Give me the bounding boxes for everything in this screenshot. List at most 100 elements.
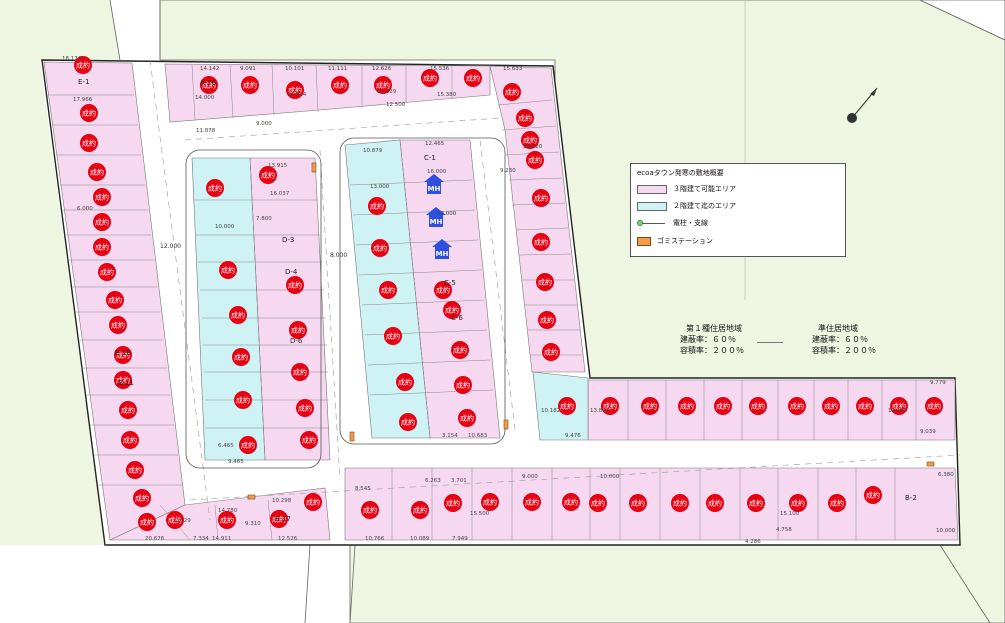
svg-text:13.915: 13.915 [268,163,288,169]
svg-text:MH: MH [436,250,449,258]
svg-text:15.100: 15.100 [780,511,800,517]
lot-label-b2: B-2 [905,494,917,502]
lot-label-e10: E-10 [115,349,131,357]
svg-text:成約: 成約 [243,81,257,90]
svg-text:成約: 成約 [460,414,474,423]
svg-text:18.174: 18.174 [62,56,82,62]
svg-text:9.310: 9.310 [245,521,261,527]
svg-text:成約: 成約 [446,499,460,508]
sold-marker: 成約 [300,431,318,449]
svg-text:14.142: 14.142 [200,66,219,72]
svg-text:12.526: 12.526 [278,536,298,542]
lot-label-c6: C-6 [451,314,463,322]
svg-text:成約: 成約 [302,436,316,445]
zone-boundary-arrow-icon [757,342,783,343]
site-plan-map: 成約成約成約成約成約成約成約成約成約成約成約成約成約成約成約成約成約成約 成約成約… [0,0,1005,623]
sold-marker: 成約 [411,501,429,519]
svg-text:成約: 成約 [298,404,312,413]
svg-text:成約: 成約 [95,218,109,227]
svg-text:成約: 成約 [643,402,657,411]
sold-marker: 成約 [384,327,402,345]
svg-text:9.230: 9.230 [500,168,516,174]
sold-marker: 成約 [234,391,252,409]
svg-text:10.089: 10.089 [410,536,430,542]
legend-title: ecoaタウン発寒の敷地概要 [637,169,724,177]
svg-text:成約: 成約 [413,506,427,515]
sold-marker: 成約 [444,494,462,512]
svg-text:成約: 成約 [90,168,104,177]
svg-text:15.380: 15.380 [437,92,457,98]
legend-item-two-story: ２階建て迄のエリア [637,199,837,213]
svg-text:成約: 成約 [231,311,245,320]
legend-item-label: ３階建て可能エリア [673,185,736,193]
svg-text:MH: MH [430,218,443,226]
svg-text:成約: 成約 [398,378,412,387]
garbage-station-icon [637,236,651,246]
sold-marker: 成約 [106,291,124,309]
legend: ecoaタウン発寒の敷地概要 ３階建て可能エリア ２階建て迄のエリア 電柱・支線… [630,163,846,257]
svg-text:11.529: 11.529 [377,89,397,95]
svg-text:成約: 成約 [751,402,765,411]
svg-text:12.465: 12.465 [425,141,445,147]
svg-text:成約: 成約 [306,498,320,507]
zone-name: 第１種住居地域 [686,324,742,333]
svg-text:9.000: 9.000 [256,121,272,127]
sold-marker: 成約 [93,188,111,206]
road-width-12: 12.000 [160,243,181,250]
svg-text:成約: 成約 [483,498,497,507]
svg-text:成約: 成約 [234,353,248,362]
svg-text:成約: 成約 [291,326,305,335]
zone-coverage: 建蔽率：６０％ [812,335,868,344]
svg-text:成約: 成約 [866,491,880,500]
svg-text:成約: 成約 [128,466,142,475]
svg-text:成約: 成約 [288,281,302,290]
svg-text:15.500: 15.500 [470,511,490,517]
svg-text:成約: 成約 [140,518,154,527]
legend-item-garbage: ゴミステーション [637,234,837,248]
sold-marker: 成約 [98,263,116,281]
sold-marker: 成約 [291,363,309,381]
sold-marker: 成約 [532,233,550,251]
lot-label-e17: E-17 [275,515,291,523]
lot-label-c5: C-5 [444,279,456,287]
svg-text:成約: 成約 [423,74,437,83]
road-width-8: 8.000 [330,252,347,259]
svg-text:7.334: 7.334 [193,536,209,542]
svg-text:6.263: 6.263 [425,478,441,484]
legend-item-label: ２階建て迄のエリア [673,202,736,210]
svg-text:成約: 成約 [673,499,687,508]
sold-marker: 成約 [822,397,840,415]
svg-text:12.165: 12.165 [888,408,908,414]
svg-text:成約: 成約 [293,368,307,377]
zone-far: 容積率：２００％ [812,346,876,355]
svg-text:成約: 成約 [456,381,470,390]
sold-marker: 成約 [368,197,386,215]
svg-text:成約: 成約 [631,499,645,508]
sold-marker: 成約 [641,397,659,415]
sold-marker: 成約 [828,494,846,512]
svg-text:成約: 成約 [466,74,480,83]
sold-marker: 成約 [678,397,696,415]
svg-text:10.683: 10.683 [468,433,488,439]
lot-label-e11: E-11 [118,379,134,387]
svg-text:4.758: 4.758 [776,527,792,533]
sold-marker: 成約 [789,494,807,512]
svg-text:成約: 成約 [534,194,548,203]
svg-text:成約: 成約 [708,499,722,508]
lot-label-c1: C-1 [424,154,436,162]
svg-text:9.000: 9.000 [522,474,538,480]
legend-item-pole: 電柱・支線 [637,216,837,230]
sold-marker: 成約 [749,397,767,415]
sold-marker: 成約 [454,376,472,394]
cyan-swatch-icon [637,201,667,211]
sold-marker: 成約 [538,311,556,329]
sold-marker: 成約 [464,69,482,87]
sold-marker: 成約 [706,494,724,512]
svg-text:成約: 成約 [381,286,395,295]
sold-marker: 成約 [331,76,349,94]
svg-text:成約: 成約 [261,171,275,180]
svg-text:9.039: 9.039 [920,429,936,435]
svg-text:15.633: 15.633 [503,66,523,72]
svg-text:12.626: 12.626 [372,66,392,72]
svg-text:成約: 成約 [82,139,96,148]
